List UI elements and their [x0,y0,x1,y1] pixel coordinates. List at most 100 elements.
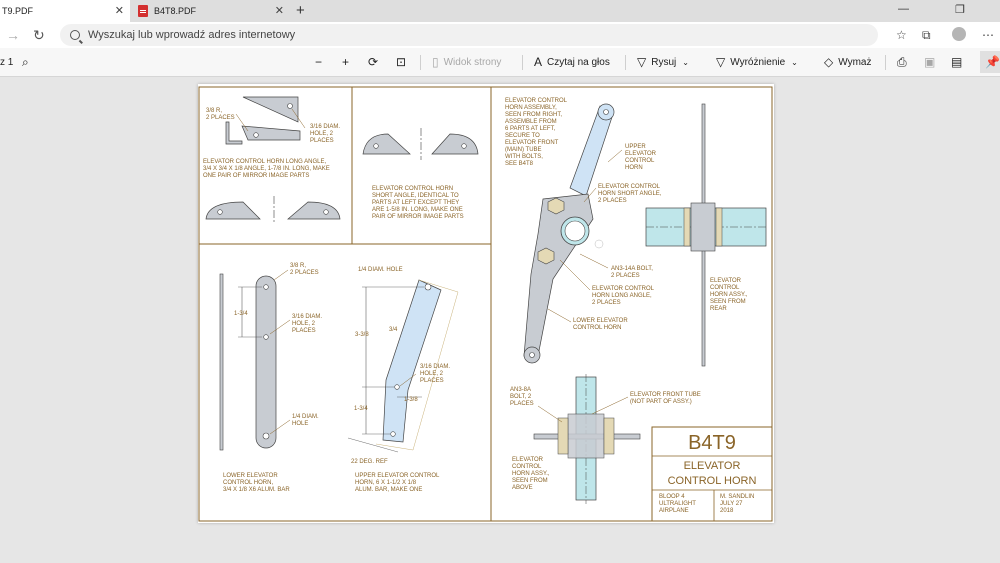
toolbar-divider [420,55,421,70]
svg-text:2018: 2018 [720,508,734,514]
address-bar[interactable]: Wyszukaj lub wprowadź adres internetowy [60,24,878,46]
navigation-bar: → ↻ Wyszukaj lub wprowadź adres internet… [0,22,1000,48]
pdf-page: 3/8 R, 2 PLACES 3/16 DIAM. HOLE, 2 PLACE… [198,84,774,523]
svg-text:ELEVATOR CONTROL HORN: ELEVATOR CONTROL HORN [372,186,453,192]
svg-text:2 PLACES: 2 PLACES [290,270,319,276]
new-tab-button[interactable]: + [296,2,305,20]
bar-plan-view [255,275,277,449]
svg-text:ELEVATOR CONTROL: ELEVATOR CONTROL [505,98,568,104]
long-angle-side [241,125,301,141]
drawing-number: B4T9 [688,432,736,454]
tab-close-icon[interactable]: ✕ [275,5,284,17]
assembly-lower-horn [523,193,594,357]
more-options-icon[interactable]: ⋯ [982,27,994,43]
svg-text:PAIR OF MIRROR IMAGE PARTS: PAIR OF MIRROR IMAGE PARTS [372,214,464,220]
svg-text:CONTROL HORN,: CONTROL HORN, [223,480,273,486]
refresh-icon[interactable]: ↻ [33,26,45,44]
erase-button[interactable]: ◇ Wymaż [824,56,871,69]
save-as-icon[interactable]: ▤ [951,56,967,69]
svg-text:ELEVATOR CONTROL: ELEVATOR CONTROL [592,286,655,292]
find-search-icon[interactable]: ⌕ [22,56,34,69]
bar-edge-view [219,273,224,451]
svg-text:PLACES: PLACES [292,328,316,334]
svg-text:AN3-14A BOLT,: AN3-14A BOLT, [611,266,653,272]
search-icon [70,30,80,40]
svg-text:ULTRALIGHT: ULTRALIGHT [659,501,696,507]
minimize-icon[interactable]: — [898,3,909,15]
pin-toolbar-button[interactable]: 📌 [980,51,1000,73]
svg-text:1-3/4: 1-3/4 [234,311,248,317]
zoom-out-icon[interactable]: − [315,56,327,69]
assembly-rear-view [645,103,767,367]
svg-text:AN3-8A: AN3-8A [510,387,531,393]
toolbar-divider [625,55,626,70]
svg-text:ELEVATOR FRONT: ELEVATOR FRONT [505,140,559,146]
read-aloud-icon: A [534,55,543,69]
svg-text:ARE 1-5/8 IN. LONG, MAKE ONE: ARE 1-5/8 IN. LONG, MAKE ONE [372,207,463,213]
svg-text:2 PLACES: 2 PLACES [592,300,621,306]
svg-text:HOLE, 2: HOLE, 2 [310,131,334,137]
short-angle-parts [362,128,479,160]
page-view-icon: ▯ [432,55,439,69]
short-angle-left [362,133,411,155]
pdf-file-icon [138,5,148,17]
print-icon[interactable]: ⎙ [897,56,912,69]
svg-text:1-3/4: 1-3/4 [354,406,368,412]
svg-text:ELEVATOR: ELEVATOR [512,457,544,463]
svg-text:PLACES: PLACES [510,401,534,407]
favorite-star-icon[interactable]: ☆ [896,27,907,43]
svg-text:ASSEMBLE FROM: ASSEMBLE FROM [505,119,557,125]
tab-close-icon[interactable]: ✕ [115,5,124,17]
long-angle-hole [287,103,293,109]
svg-text:ELEVATOR CONTROL: ELEVATOR CONTROL [598,184,661,190]
svg-text:PARTS AT LEFT EXCEPT THEY: PARTS AT LEFT EXCEPT THEY [372,200,459,206]
svg-text:(MAIN) TUBE: (MAIN) TUBE [505,147,542,153]
svg-text:CONTROL: CONTROL [625,158,655,164]
zoom-in-icon[interactable]: + [342,56,354,69]
svg-text:LOWER ELEVATOR: LOWER ELEVATOR [223,473,278,479]
svg-text:CONTROL HORN: CONTROL HORN [573,325,621,331]
drawing-title: ELEVATOR [684,460,741,472]
tab-b4t8-pdf[interactable]: B4T8.PDF ✕ [132,0,290,22]
svg-text:M. SANDLIN: M. SANDLIN [720,494,754,500]
svg-text:HORN SHORT ANGLE,: HORN SHORT ANGLE, [598,191,662,197]
collections-icon[interactable]: ⧉ [922,27,931,43]
read-aloud-button[interactable]: A Czytaj na głos [534,56,610,69]
svg-text:UPPER ELEVATOR CONTROL: UPPER ELEVATOR CONTROL [355,473,440,479]
svg-text:SEEN FROM: SEEN FROM [512,478,548,484]
highlight-button[interactable]: ▽ Wyróżnienie ⌄ [716,56,798,69]
assembly-top-view [533,374,641,504]
restore-icon[interactable]: ❐ [955,3,965,16]
pin-icon: 📌 [985,55,1000,69]
svg-text:AIRPLANE: AIRPLANE [659,508,689,514]
svg-text:1/4 DIAM. HOLE: 1/4 DIAM. HOLE [358,267,403,273]
svg-text:2 PLACES: 2 PLACES [206,115,235,121]
page-view-button[interactable]: ▯ Widok strony [432,56,501,69]
draw-button[interactable]: ▽ Rysuj ⌄ [637,56,689,69]
svg-text:BOLT, 2: BOLT, 2 [510,394,532,400]
page-indicator: z 1 [0,57,14,68]
svg-text:SECURE TO: SECURE TO [505,133,540,139]
tab-t9-pdf[interactable]: T9.PDF ✕ [0,0,130,22]
avatar[interactable] [952,27,966,41]
svg-text:2 PLACES: 2 PLACES [611,273,640,279]
svg-text:HORN ASSY.,: HORN ASSY., [512,471,550,477]
fit-page-icon[interactable]: ⊡ [396,56,411,69]
svg-text:REAR: REAR [710,306,727,312]
svg-text:3/16 DIAM.: 3/16 DIAM. [292,314,322,320]
svg-text:ABOVE: ABOVE [512,485,533,491]
tab-bar: T9.PDF ✕ B4T8.PDF ✕ + — ❐ [0,0,1000,22]
short-angle-right [431,133,479,155]
svg-text:WITH BOLTS,: WITH BOLTS, [505,154,543,160]
rotate-icon[interactable]: ⟳ [368,56,383,69]
svg-text:2 PLACES: 2 PLACES [598,198,627,204]
svg-text:SHORT ANGLE, IDENTICAL TO: SHORT ANGLE, IDENTICAL TO [372,193,459,199]
save-icon[interactable]: ▣ [924,56,940,69]
svg-text:HOLE, 2: HOLE, 2 [420,371,444,377]
caption-line: ELEVATOR CONTROL HORN LONG ANGLE, [203,159,326,165]
toolbar-divider [885,55,886,70]
long-angle-mirror-left [205,201,261,220]
eraser-icon: ◇ [824,55,834,69]
forward-icon[interactable]: → [6,26,20,44]
long-angle-side-hole [253,132,259,138]
